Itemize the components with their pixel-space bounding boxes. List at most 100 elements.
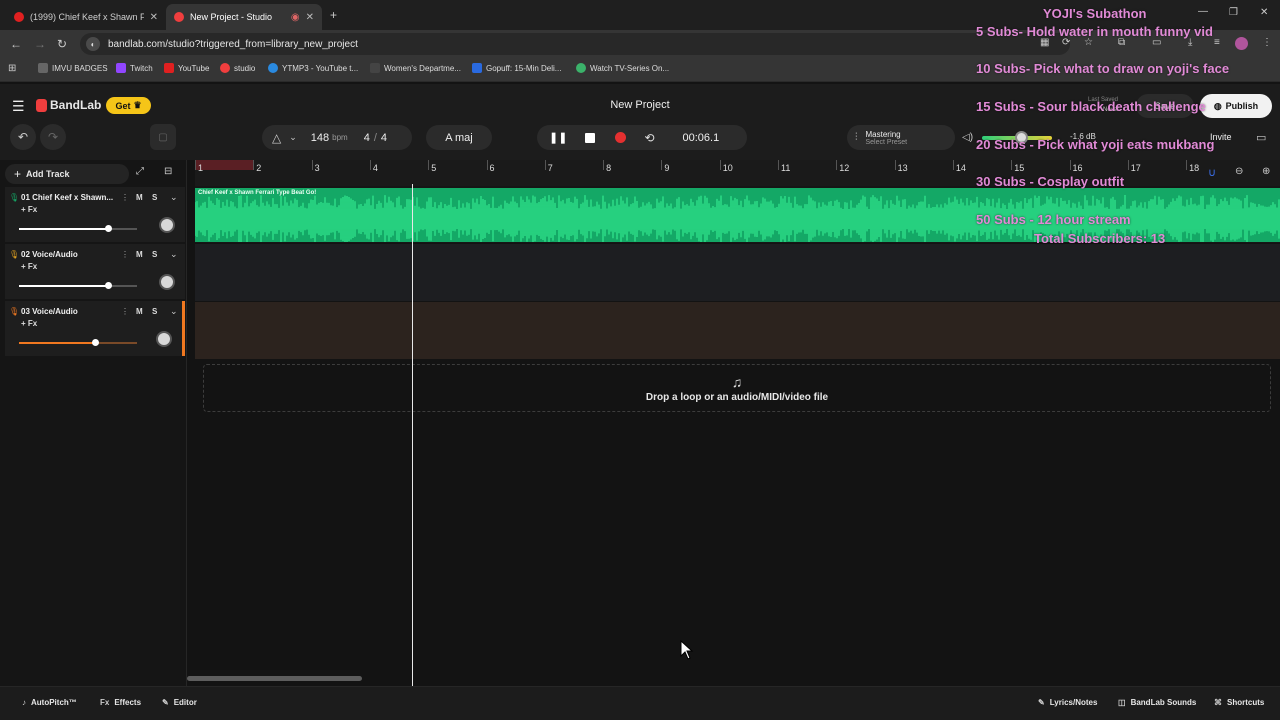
publish-button[interactable]: ◍ Publish	[1200, 94, 1272, 118]
reload-icon[interactable]: ↻	[57, 37, 67, 51]
undo-button[interactable]: ↶	[10, 124, 36, 150]
shortcuts-button[interactable]: ⌘ Shortcuts	[1214, 698, 1264, 707]
window-close-icon[interactable]: ✕	[1260, 7, 1268, 18]
zoom-out-icon[interactable]: ⊖	[1235, 166, 1243, 177]
bookmark-star-icon[interactable]: ☆	[1084, 37, 1093, 48]
chevron-down-icon[interactable]: ⌄	[170, 249, 178, 260]
url-input[interactable]: ◐ bandlab.com/studio?triggered_from=libr…	[80, 33, 1070, 55]
bookmark-item[interactable]: YTMP3 - YouTube t...	[268, 63, 358, 73]
add-track-button[interactable]: + Add Track	[5, 164, 129, 184]
volume-thumb[interactable]	[105, 225, 112, 232]
bookmark-item[interactable]: IMVU BADGES	[38, 63, 108, 73]
bandlab-sounds-button[interactable]: ◫ BandLab Sounds	[1118, 698, 1196, 707]
cycle-mode-button[interactable]: ▢	[150, 124, 176, 150]
chat-icon[interactable]: ▭	[1256, 131, 1266, 144]
close-icon[interactable]: ✕	[306, 12, 314, 23]
redo-button[interactable]: ↷	[40, 124, 66, 150]
track-menu-icon[interactable]: ⋮	[121, 250, 129, 259]
lyrics-notes-button[interactable]: ✎ Lyrics/Notes	[1038, 698, 1097, 707]
master-volume-thumb[interactable]	[1015, 131, 1028, 144]
loop-region[interactable]	[195, 160, 253, 170]
bookmark-item[interactable]: Twitch	[116, 63, 153, 73]
browser-tab-studio[interactable]: New Project - Studio ◉ ✕	[166, 4, 322, 30]
mute-button[interactable]: M	[136, 193, 143, 202]
track-header[interactable]: 🎙 03 Voice/Audio ⋮ M S ⌄ + Fx	[5, 301, 185, 356]
add-fx-button[interactable]: + Fx	[21, 205, 37, 214]
track-menu-icon[interactable]: ⋮	[121, 307, 129, 316]
maximize-icon[interactable]: ❐	[1229, 7, 1238, 18]
pan-knob[interactable]	[156, 331, 172, 347]
add-fx-button[interactable]: + Fx	[21, 319, 37, 328]
mastering-button[interactable]: ⫶ Mastering Select Preset	[847, 125, 955, 150]
profile-avatar[interactable]	[1235, 37, 1248, 50]
close-icon[interactable]: ✕	[150, 12, 158, 23]
playhead[interactable]	[412, 184, 413, 686]
pan-knob[interactable]	[159, 217, 175, 233]
mute-button[interactable]: M	[136, 307, 143, 316]
track-volume-slider[interactable]	[19, 339, 137, 346]
volume-thumb[interactable]	[105, 282, 112, 289]
browser-tab-youtube[interactable]: (1999) Chief Keef x Shawn Ferra ✕	[6, 4, 166, 30]
loop-icon[interactable]: ⟲	[644, 131, 654, 145]
time-signature-numerator[interactable]: 4	[364, 132, 370, 144]
track-header[interactable]: 🎙 01 Chief Keef x Shawn... ⋮ M S ⌄ + Fx	[5, 187, 185, 242]
pan-knob[interactable]	[159, 274, 175, 290]
add-fx-button[interactable]: + Fx	[21, 262, 37, 271]
bookmark-item[interactable]: Gopuff: 15-Min Deli...	[472, 63, 561, 73]
site-info-icon[interactable]: ◐	[86, 37, 100, 51]
solo-button[interactable]: S	[152, 193, 157, 202]
track-header[interactable]: 🎙 02 Voice/Audio ⋮ M S ⌄ + Fx	[5, 244, 185, 299]
extension-icon[interactable]: ⟳	[1062, 37, 1070, 48]
master-volume-slider[interactable]	[982, 131, 1052, 144]
menu-dots-icon[interactable]: ⋮	[1262, 37, 1272, 48]
drop-zone[interactable]: ♫ Drop a loop or an audio/MIDI/video fil…	[203, 364, 1271, 412]
save-button[interactable]: Save	[1136, 94, 1194, 118]
chevron-down-icon[interactable]: ⌄	[170, 306, 178, 317]
time-signature-denominator[interactable]: 4	[381, 132, 387, 144]
automation-icon[interactable]: ⤢	[136, 166, 144, 177]
tune-icon[interactable]: ≡	[1214, 37, 1220, 48]
track-lane[interactable]	[195, 302, 1280, 359]
extensions-puzzle-icon[interactable]: ⧉	[1118, 37, 1125, 48]
metronome-icon[interactable]: △	[272, 131, 281, 145]
volume-thumb[interactable]	[92, 339, 99, 346]
key-selector[interactable]: A maj	[426, 125, 492, 150]
forward-icon[interactable]: →	[34, 37, 46, 51]
invite-button[interactable]: Invite	[1210, 132, 1232, 142]
chevron-down-icon[interactable]: ⌄	[289, 132, 297, 143]
track-volume-slider[interactable]	[19, 282, 137, 289]
bookmark-item[interactable]: Watch TV-Series On...	[576, 63, 669, 73]
chevron-down-icon[interactable]: ⌄	[170, 192, 178, 203]
track-volume-slider[interactable]	[19, 225, 137, 232]
track-settings-icon[interactable]: ⊟	[164, 166, 172, 177]
bookmark-item[interactable]: YouTube	[164, 63, 209, 73]
editor-button[interactable]: ✎ Editor	[162, 698, 197, 707]
new-tab-icon[interactable]: +	[330, 8, 337, 22]
zoom-in-icon[interactable]: ⊕	[1262, 166, 1270, 177]
apps-grid-icon[interactable]: ⊞	[8, 63, 16, 74]
track-lane[interactable]: Chief Keef x Shawn Ferrari Type Beat Go!	[195, 186, 1280, 243]
download-icon[interactable]: ⤓	[1188, 37, 1192, 48]
audio-clip[interactable]: Chief Keef x Shawn Ferrari Type Beat Go!	[195, 188, 1280, 242]
cast-icon[interactable]: ▭	[1152, 37, 1161, 48]
solo-button[interactable]: S	[152, 250, 157, 259]
magnet-snap-icon[interactable]: ∪	[1208, 166, 1216, 179]
stop-icon[interactable]	[585, 132, 596, 143]
autopitch-button[interactable]: ♪ AutoPitch™	[22, 698, 77, 707]
bpm-value[interactable]: 148	[311, 132, 329, 144]
track-lane[interactable]	[195, 244, 1280, 301]
timeline-ruler[interactable]: 1 2 3 4 5 6 7 8 9 10 11 12 13 14 15 16 17 18	[195, 160, 1280, 186]
horizontal-scrollbar[interactable]	[187, 676, 362, 681]
track-menu-icon[interactable]: ⋮	[121, 193, 129, 202]
pause-icon[interactable]: ❚❚	[549, 131, 567, 144]
bookmark-item[interactable]: Women's Departme...	[370, 63, 461, 73]
back-icon[interactable]: ←	[10, 37, 22, 51]
extension-icon[interactable]: ▦	[1040, 37, 1049, 48]
minimize-icon[interactable]: —	[1198, 6, 1208, 17]
bookmark-item[interactable]: studio	[220, 63, 255, 73]
speaker-icon[interactable]: ◁)	[962, 132, 973, 143]
solo-button[interactable]: S	[152, 307, 157, 316]
record-icon[interactable]	[615, 132, 627, 143]
mute-button[interactable]: M	[136, 250, 143, 259]
effects-button[interactable]: Fx Effects	[100, 698, 141, 707]
